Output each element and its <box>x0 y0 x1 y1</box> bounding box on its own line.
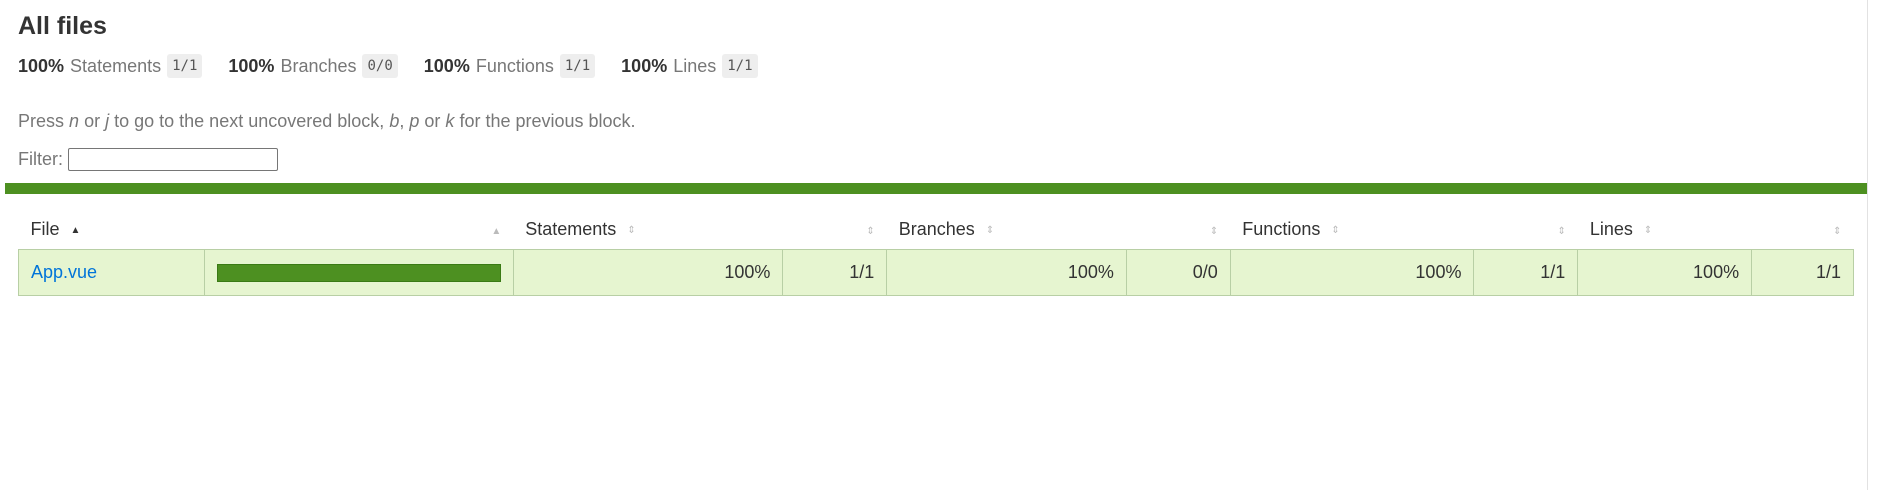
summary-branches: 100% Branches 0/0 <box>228 54 398 78</box>
summary-functions: 100% Functions 1/1 <box>423 54 596 78</box>
header-branches[interactable]: Branches ⇕ <box>887 210 1127 250</box>
statements-frac-cell: 1/1 <box>782 249 888 296</box>
header-lines[interactable]: Lines ⇕ <box>1578 210 1752 250</box>
coverage-bar <box>216 263 501 282</box>
hint-text: to go to the next uncovered block, <box>114 111 385 131</box>
coverage-summary: 100% Statements 1/1 100% Branches 0/0 10… <box>18 52 1886 80</box>
header-lines-label: Lines <box>1589 219 1633 239</box>
hint-key-p: p <box>409 111 420 131</box>
summary-functions-pct: 100% <box>423 55 470 76</box>
hint-key-b: b <box>389 111 400 131</box>
sort-icon: ⇕ <box>1331 224 1340 236</box>
hint-text: or <box>424 111 441 131</box>
header-functions-label: Functions <box>1242 219 1321 239</box>
table-row: App.vue 100% 1/1 100% 0/0 100% 1/1 100% … <box>18 249 1854 296</box>
file-cell: App.vue <box>18 249 205 296</box>
summary-statements-fraction: 1/1 <box>167 54 203 78</box>
sort-icon: ⇕ <box>1833 226 1842 237</box>
sort-icon: ⇕ <box>1209 226 1219 237</box>
filter-input[interactable] <box>68 147 278 171</box>
hint-key-n: n <box>69 111 80 131</box>
keyboard-hint: Press n or j to go to the next uncovered… <box>18 110 1886 132</box>
summary-branches-label: Branches <box>280 55 357 76</box>
file-link[interactable]: App.vue <box>31 262 97 282</box>
summary-statements-label: Statements <box>70 55 162 76</box>
summary-branches-fraction: 0/0 <box>362 54 398 78</box>
sort-icon: ⇕ <box>1557 226 1566 237</box>
header-branches-label: Branches <box>898 219 975 239</box>
hint-text: , <box>399 111 405 131</box>
coverage-report-page: All files 100% Statements 1/1 100% Branc… <box>0 0 1886 490</box>
branches-frac-cell: 0/0 <box>1125 249 1231 296</box>
header-file-label: File <box>30 219 60 239</box>
sort-asc-icon: ▲ <box>70 224 81 236</box>
sort-icon: ⇕ <box>866 226 875 237</box>
coverage-table: File ▲ ▲︎ Statements ⇕ ⇕ Branches ⇕ ⇕ Fu… <box>18 210 1854 296</box>
header-statements-label: Statements <box>525 219 617 239</box>
summary-lines-fraction: 1/1 <box>722 54 758 78</box>
header-statements[interactable]: Statements ⇕ <box>513 210 783 250</box>
summary-statements-pct: 100% <box>18 55 65 76</box>
filter-label: Filter: <box>18 148 63 169</box>
sort-icon: ▲︎ <box>491 226 502 237</box>
header-file-bar[interactable]: ▲︎ <box>204 210 513 250</box>
lines-frac-cell: 1/1 <box>1751 249 1854 296</box>
filter-row: Filter: <box>18 146 1886 172</box>
sort-icon: ⇕ <box>627 224 636 236</box>
table-header-row: File ▲ ▲︎ Statements ⇕ ⇕ Branches ⇕ ⇕ Fu… <box>19 210 1854 250</box>
header-functions[interactable]: Functions ⇕ <box>1230 210 1474 250</box>
summary-functions-label: Functions <box>475 55 554 76</box>
header-lines-raw[interactable]: ⇕ <box>1752 210 1854 250</box>
header-functions-raw[interactable]: ⇕ <box>1474 210 1578 250</box>
header-branches-raw[interactable]: ⇕ <box>1126 210 1230 250</box>
sort-icon: ⇕ <box>985 224 995 236</box>
vertical-scrollbar[interactable] <box>1867 0 1886 490</box>
summary-functions-fraction: 1/1 <box>559 54 596 78</box>
functions-frac-cell: 1/1 <box>1473 249 1579 296</box>
summary-lines-label: Lines <box>673 55 717 76</box>
functions-pct-cell: 100% <box>1229 249 1475 296</box>
summary-lines-pct: 100% <box>621 55 668 76</box>
statements-pct-cell: 100% <box>512 249 784 296</box>
hint-text: for the previous block. <box>459 111 636 131</box>
hint-key-j: j <box>105 111 110 131</box>
summary-lines: 100% Lines 1/1 <box>621 54 758 78</box>
lines-pct-cell: 100% <box>1577 249 1753 296</box>
coverage-bar-fill <box>217 264 500 281</box>
header-statements-raw[interactable]: ⇕ <box>783 210 887 250</box>
branches-pct-cell: 100% <box>886 249 1127 296</box>
summary-statements: 100% Statements 1/1 <box>18 54 203 78</box>
hint-text: Press <box>18 111 65 131</box>
sort-icon: ⇕ <box>1643 224 1653 236</box>
hint-text: or <box>84 111 101 131</box>
header-file[interactable]: File ▲ <box>19 210 205 250</box>
hint-key-k: k <box>445 111 455 131</box>
page-title: All files <box>18 12 107 40</box>
coverage-status-bar <box>5 183 1867 194</box>
coverage-bar-cell <box>203 249 514 296</box>
summary-branches-pct: 100% <box>228 55 275 76</box>
